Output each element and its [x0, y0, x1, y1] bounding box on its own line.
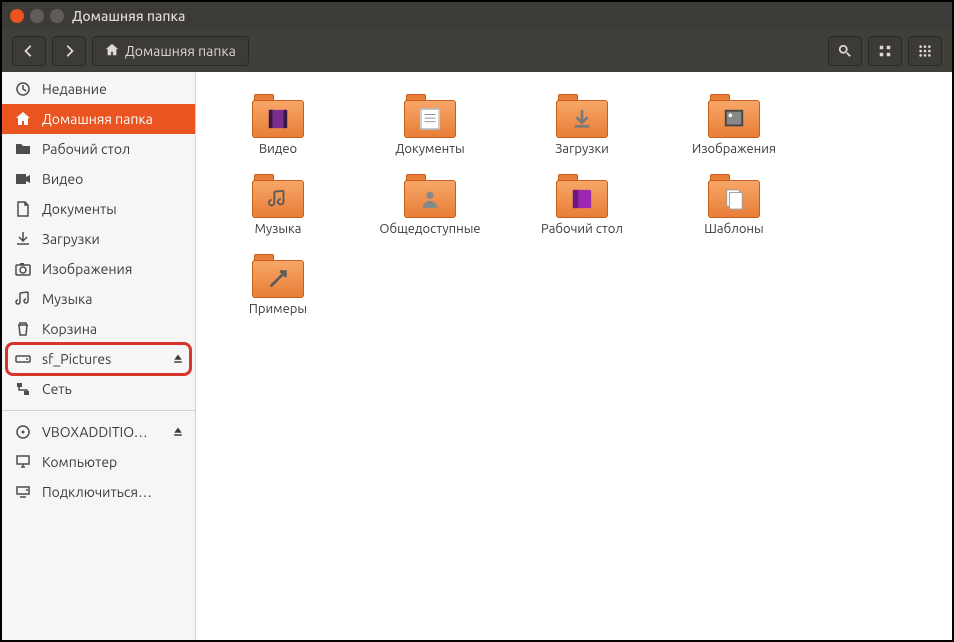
home-icon	[105, 43, 119, 60]
sidebar-item-label: Корзина	[42, 321, 187, 337]
folder-icon	[402, 94, 458, 138]
folder-icon	[554, 174, 610, 218]
folder-label: Общедоступные	[379, 222, 480, 236]
window-close-button[interactable]	[10, 9, 24, 23]
folder-примеры[interactable]: Примеры	[204, 250, 352, 320]
sidebar-item-label: Изображения	[42, 261, 187, 277]
home-icon	[14, 110, 32, 128]
folder-label: Рабочий стол	[541, 222, 623, 236]
sidebar-item-sf-pictures[interactable]: sf_Pictures	[2, 344, 195, 374]
connect-icon	[14, 483, 32, 501]
folder-icon	[554, 94, 610, 138]
folder-шаблоны[interactable]: Шаблоны	[660, 170, 808, 240]
sidebar-separator	[2, 410, 195, 411]
view-grid-button[interactable]	[908, 36, 942, 66]
folder-label: Видео	[259, 142, 297, 156]
sidebar-item-загрузки[interactable]: Загрузки	[2, 224, 195, 254]
eject-button[interactable]	[169, 423, 187, 441]
titlebar: Домашняя папка	[2, 2, 952, 30]
sidebar-item-недавние[interactable]: Недавние	[2, 74, 195, 104]
folder-icon	[402, 174, 458, 218]
content-area: Видео Документы Загрузки Изображения Музыка О…	[196, 72, 952, 640]
sidebar-item-компьютер[interactable]: Компьютер	[2, 447, 195, 477]
sidebar-item-сеть[interactable]: Сеть	[2, 374, 195, 404]
sidebar-item-vboxadditio-[interactable]: VBOXADDITIO…	[2, 417, 195, 447]
document-icon	[14, 200, 32, 218]
sidebar-item-корзина[interactable]: Корзина	[2, 314, 195, 344]
sidebar-item-label: VBOXADDITIO…	[42, 424, 159, 440]
search-button[interactable]	[828, 36, 862, 66]
sidebar-item-label: Недавние	[42, 81, 187, 97]
toolbar: Домашняя папка	[2, 30, 952, 72]
eject-button[interactable]	[169, 350, 187, 368]
sidebar-item-label: Документы	[42, 201, 187, 217]
folder-icon	[250, 254, 306, 298]
disc-icon	[14, 423, 32, 441]
download-icon	[14, 230, 32, 248]
path-button[interactable]: Домашняя папка	[92, 36, 249, 66]
nav-back-button[interactable]	[12, 36, 46, 66]
folder-icon	[706, 94, 762, 138]
folder-icon	[706, 174, 762, 218]
folder-документы[interactable]: Документы	[356, 90, 504, 160]
window-maximize-button[interactable]	[50, 9, 64, 23]
sidebar-item-подключиться-[interactable]: Подключиться…	[2, 477, 195, 507]
clock-icon	[14, 80, 32, 98]
sidebar-item-домашняя-папка[interactable]: Домашняя папка	[2, 104, 195, 134]
sidebar-item-рабочий-стол[interactable]: Рабочий стол	[2, 134, 195, 164]
camera-icon	[14, 260, 32, 278]
folder-label: Шаблоны	[704, 222, 763, 236]
folder-загрузки[interactable]: Загрузки	[508, 90, 656, 160]
folder-icon	[250, 174, 306, 218]
sidebar-item-label: Музыка	[42, 291, 187, 307]
path-label: Домашняя папка	[125, 43, 236, 59]
window-title: Домашняя папка	[72, 8, 185, 24]
sidebar-item-label: Видео	[42, 171, 187, 187]
folder-видео[interactable]: Видео	[204, 90, 352, 160]
music-icon	[14, 290, 32, 308]
folder-label: Документы	[395, 142, 464, 156]
computer-icon	[14, 453, 32, 471]
folder-icon	[14, 140, 32, 158]
folder-изображения[interactable]: Изображения	[660, 90, 808, 160]
sidebar-item-музыка[interactable]: Музыка	[2, 284, 195, 314]
folder-рабочий-стол[interactable]: Рабочий стол	[508, 170, 656, 240]
nav-forward-button[interactable]	[52, 36, 86, 66]
sidebar-item-изображения[interactable]: Изображения	[2, 254, 195, 284]
folder-label: Загрузки	[555, 142, 609, 156]
folder-icon	[250, 94, 306, 138]
sidebar-item-label: Рабочий стол	[42, 141, 187, 157]
sidebar-item-документы[interactable]: Документы	[2, 194, 195, 224]
sidebar-item-label: Подключиться…	[42, 484, 187, 500]
sidebar-item-label: Домашняя папка	[42, 111, 187, 127]
sidebar-item-label: Загрузки	[42, 231, 187, 247]
sidebar: Недавние Домашняя папка Рабочий стол Видео Д…	[2, 72, 196, 640]
drive-icon	[14, 350, 32, 368]
folder-общедоступные[interactable]: Общедоступные	[356, 170, 504, 240]
folder-label: Изображения	[692, 142, 776, 156]
folder-label: Примеры	[249, 302, 307, 316]
view-list-button[interactable]	[868, 36, 902, 66]
video-icon	[14, 170, 32, 188]
sidebar-item-видео[interactable]: Видео	[2, 164, 195, 194]
folder-label: Музыка	[255, 222, 302, 236]
sidebar-item-label: Компьютер	[42, 454, 187, 470]
folder-музыка[interactable]: Музыка	[204, 170, 352, 240]
sidebar-item-label: Сеть	[42, 381, 187, 397]
window-minimize-button[interactable]	[30, 9, 44, 23]
trash-icon	[14, 320, 32, 338]
network-icon	[14, 380, 32, 398]
sidebar-item-label: sf_Pictures	[42, 351, 159, 367]
